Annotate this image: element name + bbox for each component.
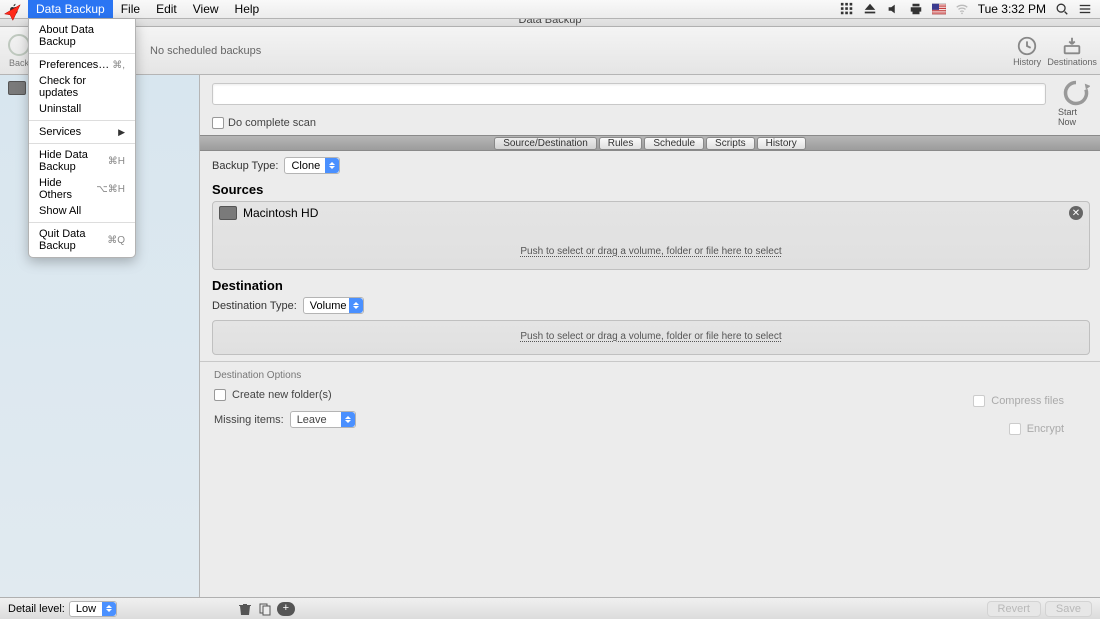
encrypt-checkbox <box>1009 423 1021 435</box>
start-now-icon <box>1062 79 1090 107</box>
menu-preferences[interactable]: Preferences…⌘, <box>29 57 135 73</box>
select-arrow-icon <box>341 412 355 427</box>
menu-view[interactable]: View <box>185 0 227 18</box>
spotlight-icon[interactable] <box>1055 2 1069 16</box>
app-menu-dropdown: About Data Backup Preferences…⌘, Check f… <box>28 19 136 258</box>
source-item[interactable]: Macintosh HD <box>219 206 1083 220</box>
backup-type-select[interactable]: Clone <box>284 157 340 174</box>
compress-checkbox <box>973 395 985 407</box>
back-icon <box>8 34 30 56</box>
toolbar-destinations-label: Destinations <box>1047 57 1097 67</box>
destination-type-label: Destination Type: <box>212 300 297 312</box>
trash-icon[interactable] <box>237 602 253 616</box>
destination-heading: Destination <box>212 278 1090 293</box>
apple-menu-icon[interactable] <box>8 3 20 15</box>
toolbar-back-label: Back <box>9 58 29 68</box>
detail-level-value: Low <box>76 603 96 615</box>
menu-quit[interactable]: Quit Data Backup⌘Q <box>29 226 135 254</box>
backup-type-value: Clone <box>291 160 320 172</box>
notification-center-icon[interactable] <box>1078 2 1092 16</box>
tabs-bar: Source/Destination Rules Schedule Script… <box>200 135 1100 151</box>
status-eject-icon[interactable] <box>863 2 877 16</box>
main-panel: Start Now Do complete scan Source/Destin… <box>200 75 1100 597</box>
status-volume-icon[interactable] <box>886 2 900 16</box>
menu-uninstall[interactable]: Uninstall <box>29 101 135 117</box>
app-menu[interactable]: Data Backup <box>28 0 113 18</box>
add-button[interactable]: + <box>277 602 295 616</box>
create-folders-label: Create new folder(s) <box>232 389 332 401</box>
menu-hide-others[interactable]: Hide Others⌥⌘H <box>29 175 135 203</box>
start-now[interactable]: Start Now <box>1058 79 1094 127</box>
tab-source-destination[interactable]: Source/Destination <box>494 137 597 150</box>
remove-source-icon[interactable]: ✕ <box>1069 206 1083 220</box>
backup-name-input[interactable] <box>217 88 1041 100</box>
tab-scripts[interactable]: Scripts <box>706 137 755 150</box>
drive-icon <box>8 81 26 95</box>
drive-icon <box>219 206 237 220</box>
menu-hide[interactable]: Hide Data Backup⌘H <box>29 147 135 175</box>
status-flag-icon[interactable] <box>932 2 946 16</box>
sources-drop-hint[interactable]: Push to select or drag a volume, folder … <box>219 246 1083 265</box>
system-menubar: Data Backup File Edit View Help Tue 3:32… <box>0 0 1100 19</box>
history-icon <box>1016 35 1038 57</box>
menubar-clock[interactable]: Tue 3:32 PM <box>978 2 1046 16</box>
bottom-bar: Detail level: Low + Revert Save <box>0 597 1100 619</box>
destination-options: Destination Options Create new folder(s)… <box>200 361 1100 428</box>
destination-options-heading: Destination Options <box>214 368 1086 383</box>
menu-check-updates[interactable]: Check for updates <box>29 73 135 101</box>
backup-name-field[interactable] <box>212 83 1046 105</box>
tab-history[interactable]: History <box>757 137 806 150</box>
status-wifi-icon[interactable] <box>955 2 969 16</box>
backup-type-label: Backup Type: <box>212 160 278 172</box>
toolbar-destinations[interactable]: Destinations <box>1047 35 1097 67</box>
compress-label: Compress files <box>991 395 1064 407</box>
menu-about[interactable]: About Data Backup <box>29 22 135 50</box>
missing-items-select[interactable]: Leave <box>290 411 356 428</box>
detail-level-select[interactable]: Low <box>69 601 117 617</box>
create-folders-checkbox[interactable] <box>214 389 226 401</box>
source-item-label: Macintosh HD <box>243 206 318 220</box>
revert-button[interactable]: Revert <box>987 601 1041 617</box>
missing-items-label: Missing items: <box>214 414 284 426</box>
destination-drop-hint[interactable]: Push to select or drag a volume, folder … <box>219 331 1083 350</box>
toolbar-message: No scheduled backups <box>136 27 1010 74</box>
toolbar-history-label: History <box>1013 57 1041 67</box>
destination-box[interactable]: Push to select or drag a volume, folder … <box>212 320 1090 355</box>
app-toolbar: Back No scheduled backups History Destin… <box>0 27 1100 75</box>
tab-rules[interactable]: Rules <box>599 137 643 150</box>
status-grid-icon[interactable] <box>840 2 854 16</box>
toolbar-history[interactable]: History <box>1013 35 1041 67</box>
save-button[interactable]: Save <box>1045 601 1092 617</box>
menu-edit[interactable]: Edit <box>148 0 185 18</box>
tab-schedule[interactable]: Schedule <box>644 137 704 150</box>
complete-scan-checkbox[interactable] <box>212 117 224 129</box>
select-arrow-icon <box>325 158 339 173</box>
toolbar-back[interactable]: Back <box>8 34 30 68</box>
sources-heading: Sources <box>212 182 1090 197</box>
missing-items-value: Leave <box>297 414 327 426</box>
select-arrow-icon <box>102 602 116 616</box>
sources-box[interactable]: Macintosh HD ✕ Push to select or drag a … <box>212 201 1090 270</box>
start-now-label: Start Now <box>1058 107 1094 127</box>
menu-file[interactable]: File <box>113 0 148 18</box>
status-print-icon[interactable] <box>909 2 923 16</box>
destination-type-select[interactable]: Volume <box>303 297 364 314</box>
destinations-icon <box>1061 35 1083 57</box>
complete-scan-label: Do complete scan <box>228 117 316 129</box>
select-arrow-icon <box>349 298 363 313</box>
menu-show-all[interactable]: Show All <box>29 203 135 219</box>
duplicate-icon[interactable] <box>257 602 273 616</box>
destination-type-value: Volume <box>310 300 347 312</box>
encrypt-label: Encrypt <box>1027 423 1064 435</box>
detail-level-label: Detail level: <box>8 603 65 615</box>
menu-help[interactable]: Help <box>227 0 268 18</box>
menu-services[interactable]: Services▶ <box>29 124 135 140</box>
